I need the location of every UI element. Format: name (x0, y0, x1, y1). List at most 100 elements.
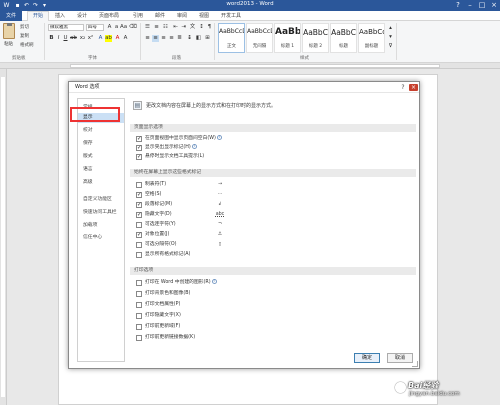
tab-insert[interactable]: 插入 (55, 12, 65, 20)
checkbox-checked[interactable]: ✓ (136, 232, 142, 238)
space-mark-symbol: ··· (217, 192, 223, 197)
bullets-icon[interactable]: ☰ (144, 24, 151, 31)
checkbox-checked[interactable]: ✓ (136, 202, 142, 208)
clear-format-icon[interactable]: ⌫ (129, 24, 137, 31)
divider (44, 23, 45, 60)
checkbox-unchecked[interactable] (136, 280, 142, 286)
superscript-icon[interactable]: x² (87, 35, 94, 42)
style-subtitle[interactable]: AaBbCc 副标题 (358, 23, 385, 53)
minimize-icon[interactable]: – (464, 0, 476, 11)
help-icon[interactable]: ? (452, 0, 464, 11)
nav-item-customize-ribbon[interactable]: 自定义功能区 (78, 195, 124, 205)
panel-header: ▤ 更改文档内容在屏幕上的显示方式和在打印时的显示方式。 (133, 101, 413, 110)
copy-button[interactable]: 复制 (20, 33, 29, 39)
tab-design[interactable]: 设计 (77, 12, 87, 20)
ribbon-tabs: 文件 开始 插入 设计 页面布局 引用 邮件 审阅 视图 开发工具 (0, 11, 500, 21)
style-name: 标题 2 (308, 44, 323, 49)
styles-scroll-up-icon[interactable]: ▴ (387, 25, 394, 32)
checkbox-unchecked[interactable] (136, 291, 142, 297)
align-left-icon[interactable]: ≡ (144, 35, 151, 42)
paste-icon[interactable] (3, 23, 15, 39)
borders-icon[interactable]: ⊞ (204, 35, 211, 42)
section-page-display: 页面显示选项 (130, 124, 416, 132)
align-right-icon[interactable]: ≡ (160, 35, 167, 42)
close-window-icon[interactable]: × (488, 0, 500, 11)
tab-references[interactable]: 引用 (133, 12, 143, 20)
style-heading-2[interactable]: AaBbC 标题 2 (302, 23, 329, 53)
tab-view[interactable]: 视图 (199, 12, 209, 20)
numbering-icon[interactable]: ≡ (153, 24, 160, 31)
checkbox-checked[interactable]: ✓ (136, 145, 142, 151)
checkbox-unchecked[interactable] (136, 335, 142, 341)
ok-button[interactable]: 确定 (354, 353, 380, 363)
checkbox-unchecked[interactable] (136, 324, 142, 330)
tab-mailings[interactable]: 邮件 (155, 12, 165, 20)
nav-item-addins[interactable]: 加载项 (78, 221, 124, 231)
styles-more-icon[interactable]: ⊽ (387, 43, 394, 50)
show-marks-icon[interactable]: ¶ (206, 24, 213, 31)
style-heading-1[interactable]: AaBb 标题 1 (274, 23, 301, 53)
shading-icon[interactable]: ◧ (195, 35, 202, 42)
underline-icon[interactable]: U (62, 35, 69, 42)
grow-font-icon[interactable]: A (106, 24, 113, 31)
tab-review[interactable]: 审阅 (177, 12, 187, 20)
nav-item-save[interactable]: 保存 (78, 139, 124, 149)
bold-icon[interactable]: B (48, 35, 55, 42)
checkbox-unchecked[interactable] (136, 182, 142, 188)
justify-icon[interactable]: ≡ (168, 35, 175, 42)
chinese-layout-icon[interactable]: 文 (189, 24, 196, 31)
align-center-icon[interactable]: ≡ (152, 35, 159, 42)
checkbox-unchecked[interactable] (136, 252, 142, 258)
checkbox-checked[interactable]: ✓ (136, 192, 142, 198)
display-settings-icon: ▤ (133, 101, 142, 110)
line-spacing-icon[interactable]: ↨ (186, 35, 193, 42)
style-no-spacing[interactable]: AaBbCcDd 无间隔 (246, 23, 273, 53)
checkbox-unchecked[interactable] (136, 302, 142, 308)
sort-icon[interactable]: ↕ (198, 24, 205, 31)
checkbox-checked[interactable]: ✓ (136, 154, 142, 160)
multilevel-list-icon[interactable]: ☷ (162, 24, 169, 31)
font-color-icon[interactable]: A (114, 35, 121, 42)
styles-scroll-down-icon[interactable]: ▾ (387, 34, 394, 41)
distributed-icon[interactable]: ≣ (176, 35, 183, 42)
tab-developer[interactable]: 开发工具 (221, 12, 241, 20)
style-title[interactable]: AaBbC 标题 (330, 23, 357, 53)
tab-layout[interactable]: 页面布局 (99, 12, 119, 20)
highlight-icon[interactable]: ab (105, 35, 112, 42)
font-name-select[interactable]: 微软雅黑 (48, 24, 84, 31)
tab-file[interactable]: 文件 (0, 11, 22, 21)
increase-indent-icon[interactable]: ⇥ (180, 24, 187, 31)
text-effects-icon[interactable]: A (97, 35, 104, 42)
resize-grip[interactable] (412, 361, 418, 367)
paste-label[interactable]: 粘贴 (4, 41, 13, 47)
char-shading-icon[interactable]: A (122, 35, 129, 42)
nav-item-trust-center[interactable]: 信任中心 (78, 233, 124, 243)
strikethrough-icon[interactable]: ab (70, 35, 77, 42)
font-size-select[interactable]: 四号 (86, 24, 104, 31)
decrease-indent-icon[interactable]: ⇤ (172, 24, 179, 31)
nav-item-quick-access[interactable]: 快速访问工具栏 (78, 208, 124, 218)
style-normal[interactable]: AaBbCcDd 正文 (218, 23, 245, 53)
checkbox-unchecked[interactable] (136, 242, 142, 248)
italic-icon[interactable]: I (55, 35, 62, 42)
nav-item-proofing[interactable]: 校对 (78, 126, 124, 136)
format-painter-button[interactable]: 格式刷 (20, 42, 34, 48)
style-sample: AaBbCcDd (247, 28, 272, 35)
checkbox-unchecked[interactable] (136, 313, 142, 319)
cut-button[interactable]: 剪切 (20, 24, 29, 30)
maximize-icon[interactable]: □ (476, 0, 488, 11)
checkbox-checked[interactable]: ✓ (136, 136, 142, 142)
shrink-font-icon[interactable]: a (113, 24, 120, 31)
dialog-close-icon[interactable]: × (409, 84, 418, 91)
dialog-help-icon[interactable]: ? (399, 84, 407, 91)
change-case-icon[interactable]: Aa (120, 24, 127, 31)
nav-item-typography[interactable]: 版式 (78, 152, 124, 162)
subscript-icon[interactable]: x₂ (79, 35, 86, 42)
nav-item-language[interactable]: 语言 (78, 165, 124, 175)
checkbox-checked[interactable]: ✓ (136, 212, 142, 218)
nav-item-advanced[interactable]: 高级 (78, 178, 124, 188)
cancel-button[interactable]: 取消 (387, 353, 413, 363)
style-name: 副标题 (364, 44, 379, 49)
tab-home[interactable]: 开始 (27, 11, 49, 21)
checkbox-unchecked[interactable] (136, 222, 142, 228)
